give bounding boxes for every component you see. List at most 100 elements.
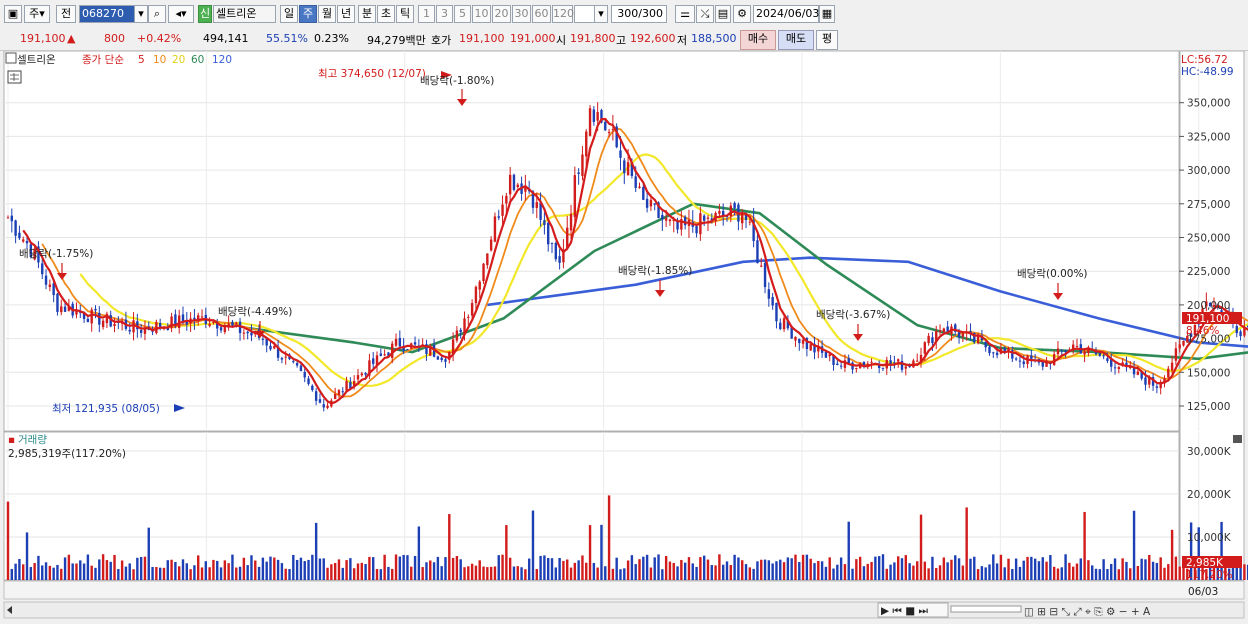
volume-bar <box>94 567 97 580</box>
prev-button[interactable]: 전 <box>56 5 76 23</box>
candle-body <box>748 221 752 223</box>
volume-bar <box>843 564 847 580</box>
volume-bar <box>326 567 329 580</box>
volume-bar <box>851 568 854 580</box>
interval-30[interactable]: 30 <box>512 5 531 23</box>
legend-ma10: 10 <box>153 54 166 66</box>
volume-bar <box>569 567 573 580</box>
stock-name-field[interactable]: 셀트리온 <box>213 5 276 23</box>
high-price: 192,600 <box>630 32 676 45</box>
candle-body <box>128 329 131 332</box>
candle-body <box>604 121 607 131</box>
legend-ma120: 120 <box>212 54 232 66</box>
tab-tick[interactable]: 틱 <box>396 5 414 23</box>
tab-month[interactable]: 월 <box>318 5 336 23</box>
tab-second[interactable]: 초 <box>377 5 395 23</box>
avg-button[interactable]: 평 <box>816 30 838 50</box>
volume-bar <box>1129 568 1132 580</box>
interval-3[interactable]: 3 <box>436 5 453 23</box>
open-price: 191,800 <box>570 32 616 45</box>
volume-bar <box>219 567 223 580</box>
chart-tool-icons[interactable]: ◫ ⊞ ⊟ ⤡ ⤢ ⌖ ⎘ ⚙ − + A <box>1024 606 1151 618</box>
volume-bar <box>581 555 584 580</box>
volume-bar <box>672 562 675 580</box>
candle-body <box>916 360 919 362</box>
volume-bar <box>1102 559 1105 580</box>
volume-bar <box>56 564 59 580</box>
interval-20[interactable]: 20 <box>492 5 511 23</box>
tab-day[interactable]: 일 <box>280 5 298 23</box>
volume-bar <box>67 554 71 580</box>
buy-button[interactable]: 매수 <box>740 30 776 50</box>
zoom-slider[interactable] <box>950 605 1022 613</box>
interval-10[interactable]: 10 <box>472 5 491 23</box>
interval-dropdown-icon[interactable]: ▾ <box>594 5 608 23</box>
volume-bar <box>988 564 991 580</box>
candle-body <box>345 380 348 391</box>
window-icon[interactable]: ▣ <box>4 5 22 23</box>
volume-bar <box>710 565 713 580</box>
speaker-icon[interactable]: ◂▾ <box>168 5 194 23</box>
volume-bar <box>562 560 565 580</box>
interval-5[interactable]: 5 <box>454 5 471 23</box>
playback-controls[interactable]: ▶ ⏮ ■ ⏭ <box>877 602 949 618</box>
volume-bar <box>501 554 504 580</box>
stock-chart-svg[interactable]: 125,000150,000175,000200,000225,000250,0… <box>0 50 1248 621</box>
candle-body <box>261 338 265 340</box>
candle-body <box>642 187 645 200</box>
volume-bar <box>1155 562 1159 580</box>
volume-bar <box>1030 556 1033 580</box>
table-toggle-icon[interactable] <box>7 70 22 84</box>
sell-button[interactable]: 매도 <box>778 30 814 50</box>
volume-bar <box>383 554 386 580</box>
period-type-label: 주 <box>29 7 40 20</box>
candle-body <box>695 226 698 234</box>
volume-bar <box>330 564 333 580</box>
volume-bar <box>508 557 512 580</box>
stock-code-input[interactable]: 068270 <box>79 5 135 23</box>
toolbar: ▣ 주▾ 전 068270 ▾ ⌕ ◂▾ 신 셀트리온 일 주 월 년 분 초 … <box>0 0 1248 30</box>
volume-bar <box>1159 557 1162 580</box>
period-type-select[interactable]: 주▾ <box>24 5 50 23</box>
high-annotation: 최고 374,650 (12/07) <box>318 68 426 80</box>
save-icon[interactable]: ▤ <box>715 5 731 23</box>
interval-60[interactable]: 60 <box>532 5 551 23</box>
tab-year[interactable]: 년 <box>337 5 355 23</box>
candle-body <box>889 360 892 364</box>
chart-area[interactable]: 125,000 150,000 175,000 200,000 225,000 250,0… <box>0 50 1248 621</box>
volume-bar <box>314 522 318 580</box>
candle-body <box>493 216 497 242</box>
tab-minute[interactable]: 분 <box>358 5 376 23</box>
calendar-icon[interactable]: ▦ <box>819 5 835 23</box>
volume-bar <box>1113 558 1117 580</box>
volume-bar <box>877 556 881 580</box>
volume-bar <box>1174 556 1178 580</box>
count-input[interactable]: 300/300 <box>611 5 667 23</box>
volume-bar <box>394 554 398 580</box>
gear-icon[interactable]: ⚙ <box>733 5 751 23</box>
volume-close-icon[interactable] <box>1233 435 1242 443</box>
tab-week[interactable]: 주 <box>299 5 317 23</box>
volume-bar <box>303 561 306 580</box>
volume-bar <box>238 566 242 580</box>
candle-body <box>638 186 641 188</box>
search-icon[interactable]: ⌕ <box>148 5 166 23</box>
volume-bar <box>592 562 596 580</box>
candle-body <box>535 202 538 208</box>
volume-bar <box>333 562 337 580</box>
date-input[interactable]: 2024/06/03 <box>753 5 819 23</box>
interval-120[interactable]: 120 <box>552 5 574 23</box>
candle-body <box>554 242 558 260</box>
draw-tool-icon[interactable]: ⤯ <box>696 5 714 23</box>
volume-bar <box>832 568 835 580</box>
candle-body <box>733 202 736 209</box>
volume-bar <box>554 567 558 580</box>
interval-1[interactable]: 1 <box>418 5 435 23</box>
candle-settings-icon[interactable]: ⚌ <box>675 5 695 23</box>
candle-body <box>383 354 386 356</box>
candle-body <box>444 359 447 362</box>
volume-bar <box>109 561 112 580</box>
code-dropdown-icon[interactable]: ▾ <box>134 5 148 23</box>
volume-bar <box>113 554 116 580</box>
volume-bar <box>1098 569 1102 580</box>
